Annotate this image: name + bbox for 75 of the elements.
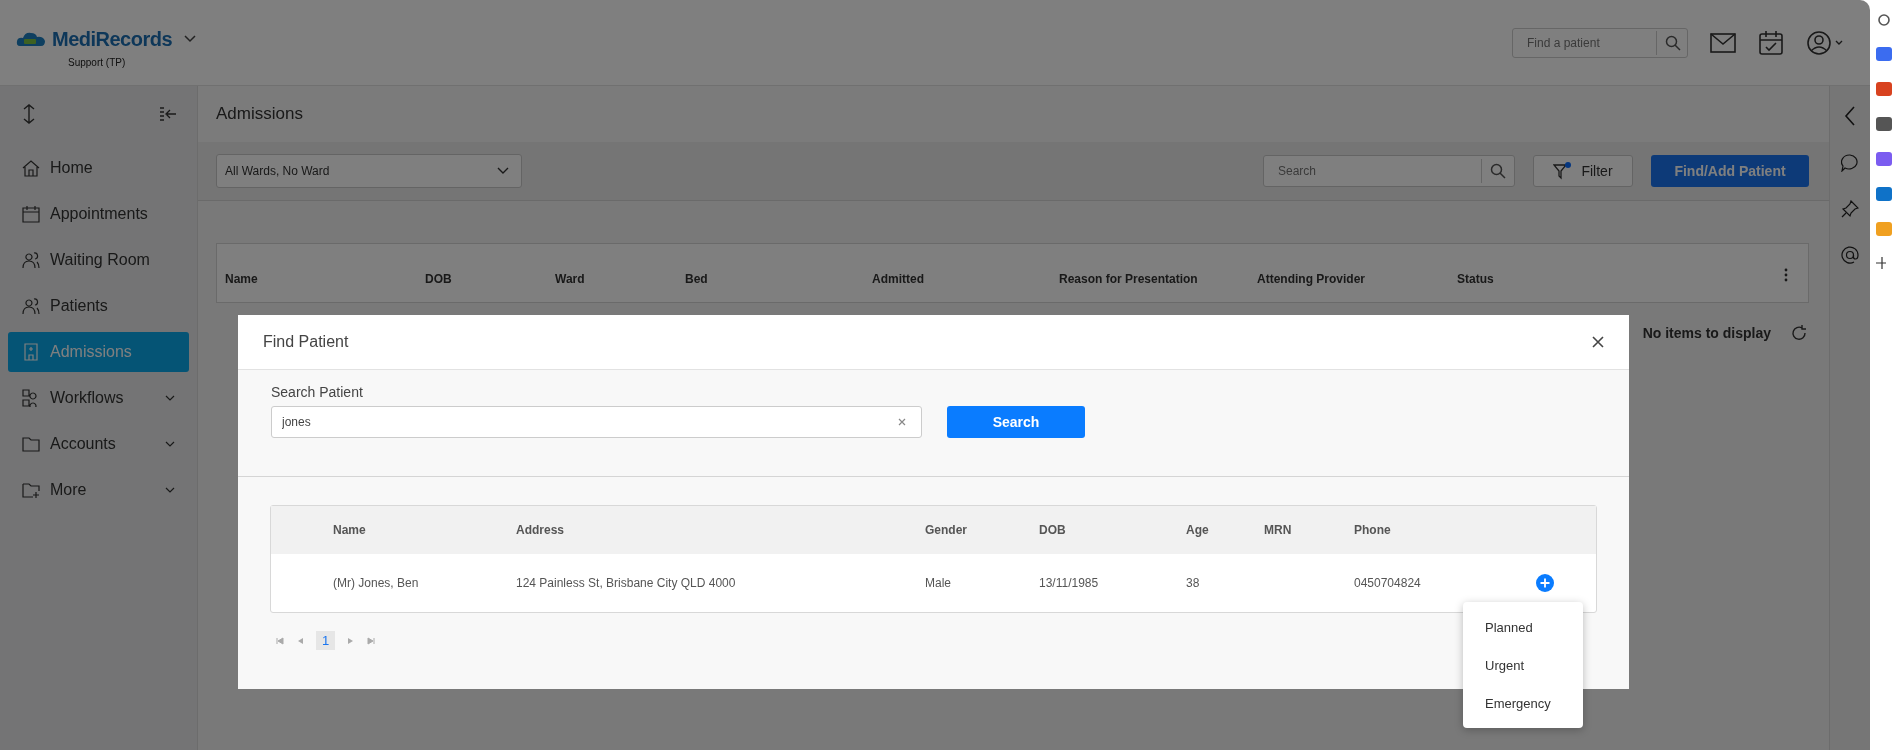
at-sign-icon[interactable] [1841, 246, 1859, 264]
chevron-down-icon [497, 167, 509, 175]
table-cell-text: 38 [1186, 576, 1201, 590]
home-icon [22, 159, 40, 177]
expand-vertical-icon[interactable] [22, 104, 36, 124]
app-icon[interactable] [1876, 117, 1892, 131]
search-button[interactable]: Search [947, 406, 1085, 438]
table-cell-text: 124 Painless St, Brisbane City QLD 4000 [516, 576, 737, 590]
more-options-icon[interactable] [1784, 268, 1788, 282]
table-cell-text: 0450704824 [1354, 576, 1422, 590]
sidebar-item[interactable]: Workflows [8, 378, 189, 418]
field-label: Search Patient [271, 384, 364, 400]
menu-item[interactable]: Urgent [1463, 646, 1583, 684]
column-header: Name [225, 272, 259, 286]
chevron-left-icon[interactable] [1844, 106, 1856, 126]
calendar-icon [22, 205, 40, 223]
table-cell-text: (Mr) Jones, Ben [333, 576, 420, 590]
chevron-down-icon[interactable] [184, 35, 197, 43]
page-title: Admissions [216, 104, 303, 124]
menu-item[interactable]: Emergency [1463, 684, 1583, 722]
logo-text: MediRecords [52, 27, 173, 51]
filter-button[interactable]: Filter [1533, 155, 1633, 187]
column-header: Name [333, 523, 367, 537]
cloud-logo-icon [16, 30, 46, 48]
table-cell-text: 13/11/1985 [1039, 576, 1100, 590]
column-header: Admitted [872, 272, 925, 286]
menu-item[interactable]: Planned [1463, 608, 1583, 646]
ward-select[interactable]: All Wards, No Ward [216, 154, 522, 188]
column-header: DOB [1039, 523, 1067, 537]
column-header: Bed [685, 272, 709, 286]
column-header: Age [1186, 523, 1210, 537]
column-header: Ward [555, 272, 586, 286]
find-add-patient-button[interactable]: Find/Add Patient [1651, 155, 1809, 187]
building-icon [22, 343, 40, 361]
table-cell-text: Male [925, 576, 952, 590]
column-header: Gender [925, 523, 968, 537]
folder-plus-icon [22, 481, 40, 499]
first-page-icon[interactable] [276, 636, 284, 645]
last-page-icon[interactable] [367, 636, 376, 645]
column-header: Attending Provider [1257, 272, 1366, 286]
sidebar-item[interactable]: Home [8, 148, 189, 188]
column-header: Reason for Presentation [1059, 272, 1199, 286]
close-icon[interactable] [1591, 335, 1605, 349]
add-icon[interactable] [1536, 574, 1554, 592]
column-header: DOB [425, 272, 453, 286]
patient-search-field[interactable]: Find a patient [1512, 27, 1688, 58]
people-icon [22, 297, 40, 315]
column-header: Address [516, 523, 566, 537]
sidebar-item[interactable]: Appointments [8, 194, 189, 234]
search-patient-field[interactable]: jones [271, 406, 922, 438]
page-number[interactable]: 1 [316, 631, 336, 650]
empty-message: No items to display [1642, 325, 1771, 341]
calendar-icon[interactable] [1758, 29, 1784, 56]
sidebar-item[interactable]: Accounts [8, 424, 189, 464]
column-header: MRN [1264, 523, 1293, 537]
folder-icon [22, 435, 40, 453]
people-icon [22, 251, 40, 269]
sidebar-item[interactable]: Waiting Room [8, 240, 189, 280]
previous-page-icon[interactable] [296, 636, 304, 645]
column-header: Status [1457, 272, 1495, 286]
clear-icon[interactable] [898, 418, 906, 426]
sidebar-item[interactable]: Admissions [8, 332, 189, 372]
organization-label: Support (TP) [68, 56, 126, 68]
workflow-icon [22, 389, 40, 407]
mail-icon[interactable] [1710, 32, 1736, 53]
dialog-title: Find Patient [263, 333, 349, 351]
refresh-icon[interactable] [1791, 325, 1807, 341]
collapse-sidebar-icon[interactable] [159, 107, 177, 121]
column-header: Phone [1354, 523, 1392, 537]
pin-icon[interactable] [1841, 200, 1859, 218]
chat-icon[interactable] [1841, 154, 1859, 172]
add-icon[interactable] [1876, 257, 1886, 269]
search-field[interactable]: Search [1263, 155, 1515, 187]
sidebar-item[interactable]: More [8, 470, 189, 510]
sidebar-item[interactable]: Patients [8, 286, 189, 326]
